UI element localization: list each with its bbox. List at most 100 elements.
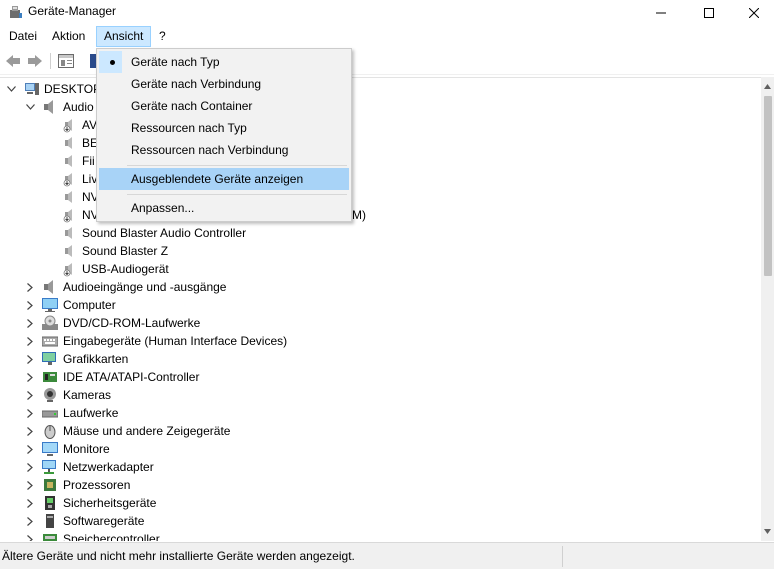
menu-datei[interactable]: Datei <box>3 26 43 47</box>
category-drives[interactable]: Laufwerke <box>0 404 761 422</box>
menu-item-label: Anpassen... <box>131 201 195 215</box>
category-label: Softwaregeräte <box>63 514 145 528</box>
chevron-right-icon[interactable] <box>25 512 35 530</box>
status-bar: Ältere Geräte und nicht mehr installiert… <box>0 542 774 569</box>
status-divider <box>562 546 563 567</box>
scroll-thumb[interactable] <box>764 96 772 276</box>
menu-item-devices-by-container[interactable]: Geräte nach Container <box>99 95 349 117</box>
status-text: Ältere Geräte und nicht mehr installiert… <box>2 549 355 563</box>
category-mouse[interactable]: Mäuse und andere Zeigegeräte <box>0 422 761 440</box>
category-storage[interactable]: Speichercontroller <box>0 530 761 541</box>
chevron-down-icon[interactable] <box>6 80 16 98</box>
chevron-right-icon[interactable] <box>25 422 35 440</box>
chevron-right-icon[interactable] <box>25 278 35 296</box>
computer-icon <box>42 298 58 312</box>
menu-bar: Datei Aktion Ansicht ? <box>0 26 774 47</box>
category-label: DVD/CD-ROM-Laufwerke <box>63 316 201 330</box>
maximize-button[interactable] <box>686 0 732 25</box>
security-device-icon <box>45 496 55 510</box>
menu-item-devices-by-type[interactable]: Geräte nach Typ <box>99 51 349 73</box>
hid-icon <box>42 336 58 347</box>
chevron-right-icon[interactable] <box>25 440 35 458</box>
category-camera[interactable]: Kameras <box>0 386 761 404</box>
category-ide[interactable]: IDE ATA/ATAPI-Controller <box>0 368 761 386</box>
menu-item-resources-by-type[interactable]: Ressourcen nach Typ <box>99 117 349 139</box>
category-display[interactable]: Grafikkarten <box>0 350 761 368</box>
speaker-icon <box>65 227 72 239</box>
device-row[interactable]: Sound Blaster Z <box>0 242 761 260</box>
menu-separator <box>127 194 347 195</box>
speaker-icon <box>65 137 72 149</box>
speaker-icon <box>65 245 72 257</box>
category-label: Eingabegeräte (Human Interface Devices) <box>63 334 288 348</box>
category-hid[interactable]: Eingabegeräte (Human Interface Devices) <box>0 332 761 350</box>
menu-aktion[interactable]: Aktion <box>46 26 91 47</box>
speaker-warning-icon <box>63 119 72 133</box>
category-dvd[interactable]: DVD/CD-ROM-Laufwerke <box>0 314 761 332</box>
speaker-icon <box>65 191 72 203</box>
category-label: Audioeingänge und -ausgänge <box>63 280 227 294</box>
menu-item-devices-by-connection[interactable]: Geräte nach Verbindung <box>99 73 349 95</box>
menu-help[interactable]: ? <box>153 26 172 47</box>
category-computer[interactable]: Computer <box>0 296 761 314</box>
speaker-warning-icon <box>63 209 72 223</box>
forward-arrow-icon <box>28 55 42 67</box>
category-security[interactable]: Sicherheitsgeräte <box>0 494 761 512</box>
ide-controller-icon <box>43 372 57 382</box>
display-adapter-icon <box>42 352 56 365</box>
category-software[interactable]: Softwaregeräte <box>0 512 761 530</box>
device-row[interactable]: USB-Audiogerät <box>0 260 761 278</box>
chevron-right-icon[interactable] <box>25 368 35 386</box>
scroll-down-button[interactable] <box>761 525 774 538</box>
device-label-tail: M) <box>352 208 366 222</box>
device-label: USB-Audiogerät <box>82 262 169 276</box>
category-processors[interactable]: Prozessoren <box>0 476 761 494</box>
chevron-right-icon[interactable] <box>25 350 35 368</box>
chevron-right-icon[interactable] <box>25 332 35 350</box>
device-manager-window: Geräte-Manager Datei Aktion Ansicht ? DE… <box>0 0 774 569</box>
chevron-right-icon[interactable] <box>25 494 35 512</box>
minimize-button[interactable] <box>638 0 684 25</box>
title-bar[interactable]: Geräte-Manager <box>0 0 774 25</box>
window-title: Geräte-Manager <box>28 4 117 18</box>
menu-item-label: Geräte nach Verbindung <box>131 77 262 91</box>
menu-item-customize[interactable]: Anpassen... <box>99 197 349 219</box>
vertical-scrollbar[interactable] <box>761 77 774 541</box>
chevron-right-icon[interactable] <box>25 530 35 541</box>
menu-item-resources-by-connection[interactable]: Ressourcen nach Verbindung <box>99 139 349 161</box>
chevron-right-icon[interactable] <box>25 458 35 476</box>
chevron-right-icon[interactable] <box>25 404 35 422</box>
device-manager-icon <box>10 6 22 18</box>
chevron-right-icon[interactable] <box>25 314 35 332</box>
speaker-warning-icon <box>63 263 72 277</box>
category-audio-io[interactable]: Audioeingänge und -ausgänge <box>0 278 761 296</box>
menu-ansicht[interactable]: Ansicht <box>96 26 152 47</box>
category-label: Mäuse und andere Zeigegeräte <box>63 424 231 438</box>
chevron-right-icon[interactable] <box>25 386 35 404</box>
chevron-down-icon[interactable] <box>25 98 35 116</box>
menu-item-label: Ausgeblendete Geräte anzeigen <box>131 172 304 186</box>
disk-drive-icon <box>42 410 58 418</box>
forward-button[interactable] <box>26 53 44 69</box>
category-network[interactable]: Netzwerkadapter <box>0 458 761 476</box>
category-label: Laufwerke <box>63 406 119 420</box>
chevron-down-icon <box>764 529 771 534</box>
radio-bullet-icon <box>110 60 115 65</box>
back-button[interactable] <box>4 53 22 69</box>
ansicht-dropdown-menu: Geräte nach Typ Geräte nach Verbindung G… <box>96 48 352 222</box>
category-label: Netzwerkadapter <box>63 460 154 474</box>
category-label: Prozessoren <box>63 478 131 492</box>
category-monitors[interactable]: Monitore <box>0 440 761 458</box>
scroll-up-button[interactable] <box>761 80 774 93</box>
audio-io-icon <box>44 280 53 294</box>
close-button[interactable] <box>731 0 774 25</box>
menu-item-show-hidden-devices[interactable]: Ausgeblendete Geräte anzeigen <box>99 168 349 190</box>
storage-controller-icon <box>43 534 57 541</box>
chevron-right-icon[interactable] <box>25 476 35 494</box>
camera-icon <box>44 388 56 402</box>
chevron-right-icon[interactable] <box>25 296 35 314</box>
device-label: AV <box>82 118 98 132</box>
monitor-icon <box>42 442 58 456</box>
properties-button[interactable] <box>57 53 75 69</box>
device-row[interactable]: Sound Blaster Audio Controller <box>0 224 761 242</box>
